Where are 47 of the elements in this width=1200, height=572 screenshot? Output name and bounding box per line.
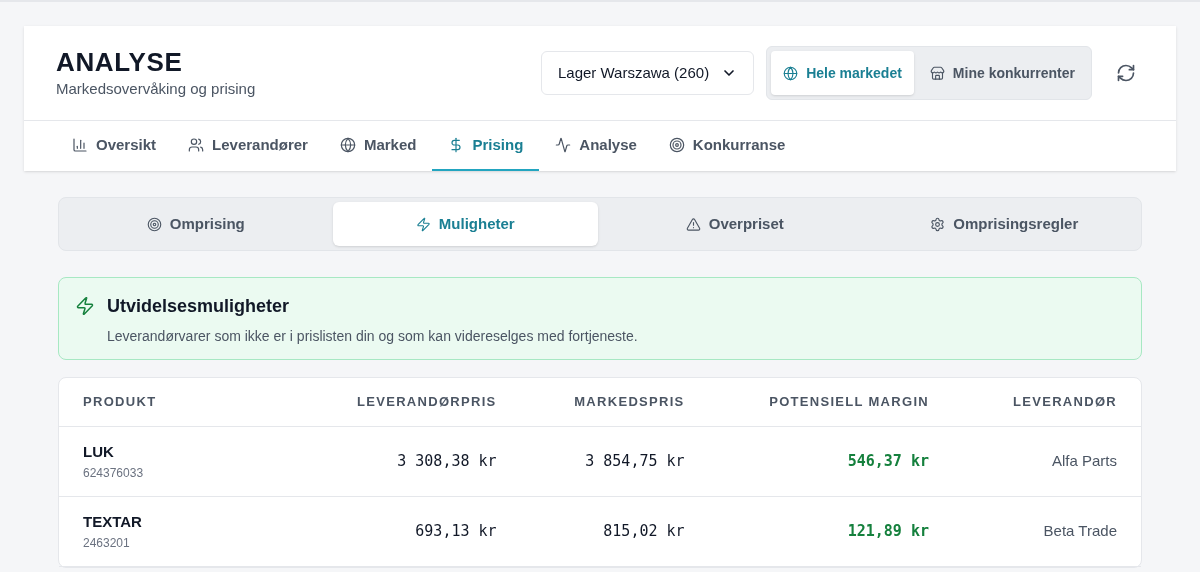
sub-tab[interactable]: Overpriset [602,202,868,246]
sub-tab[interactable]: Muligheter [332,202,598,246]
nav-tab[interactable]: Marked [323,121,433,171]
notice-title: Utvidelsesmuligheter [107,295,291,318]
sub-tab[interactable]: Omprisingsregler [871,202,1137,246]
supplier-price: 693,13 kr [414,521,497,543]
pulse-icon [555,137,572,153]
users-icon [188,137,205,153]
warehouse-select[interactable]: Lager Warszawa (260) [540,51,755,95]
globe-icon [339,137,356,153]
product-name: TEXTAR [83,512,143,533]
refresh-icon [1116,63,1136,83]
nav-tab[interactable]: Analyse [539,121,653,171]
column-header: PRODUKT [83,393,158,412]
sub-tab[interactable]: Omprising [63,202,329,246]
nav-tab[interactable]: Leverandører [172,121,324,171]
chart-icon [72,137,88,153]
store-icon [929,65,945,81]
product-name: LUK [83,442,115,463]
market-price: 3 854,75 kr [584,451,685,473]
settings-icon [930,216,946,232]
product-code: 624376033 [83,464,145,482]
lightning-icon [415,216,431,232]
nav-tab[interactable]: Prising [432,121,540,171]
column-header: LEVERANDØR [1012,393,1117,412]
column-header: POTENSIELL MARGIN [768,393,929,412]
column-header: LEVERANDØRPRIS [356,393,497,412]
supplier-name: Beta Trade [1042,521,1117,542]
globe-icon [783,65,799,81]
target-icon [668,137,685,153]
margin-value: 121,89 kr [846,521,929,543]
page-title: ANALYSE [56,45,184,78]
scope-option[interactable]: Hele markedet [771,51,914,95]
lightning-icon [75,296,95,316]
supplier-price: 3 308,38 kr [396,451,497,473]
product-code: 2463201 [83,534,131,552]
notice-text: Leverandørvarer som ikke er i prislisten din og som kan videreselges med fortjeneste. [107,327,638,346]
nav-tab[interactable]: Konkurranse [652,121,802,171]
warning-icon [685,216,701,232]
supplier-name: Alfa Parts [1050,451,1117,472]
target-icon [146,216,162,232]
scope-option[interactable]: Mine konkurrenter [917,51,1087,95]
market-price: 815,02 kr [602,521,685,543]
margin-value: 546,37 kr [846,451,929,473]
nav-tab[interactable]: Oversikt [56,121,173,171]
page-subtitle: Markedsovervåking og prising [56,78,256,99]
column-header: MARKEDSPRIS [573,393,685,412]
